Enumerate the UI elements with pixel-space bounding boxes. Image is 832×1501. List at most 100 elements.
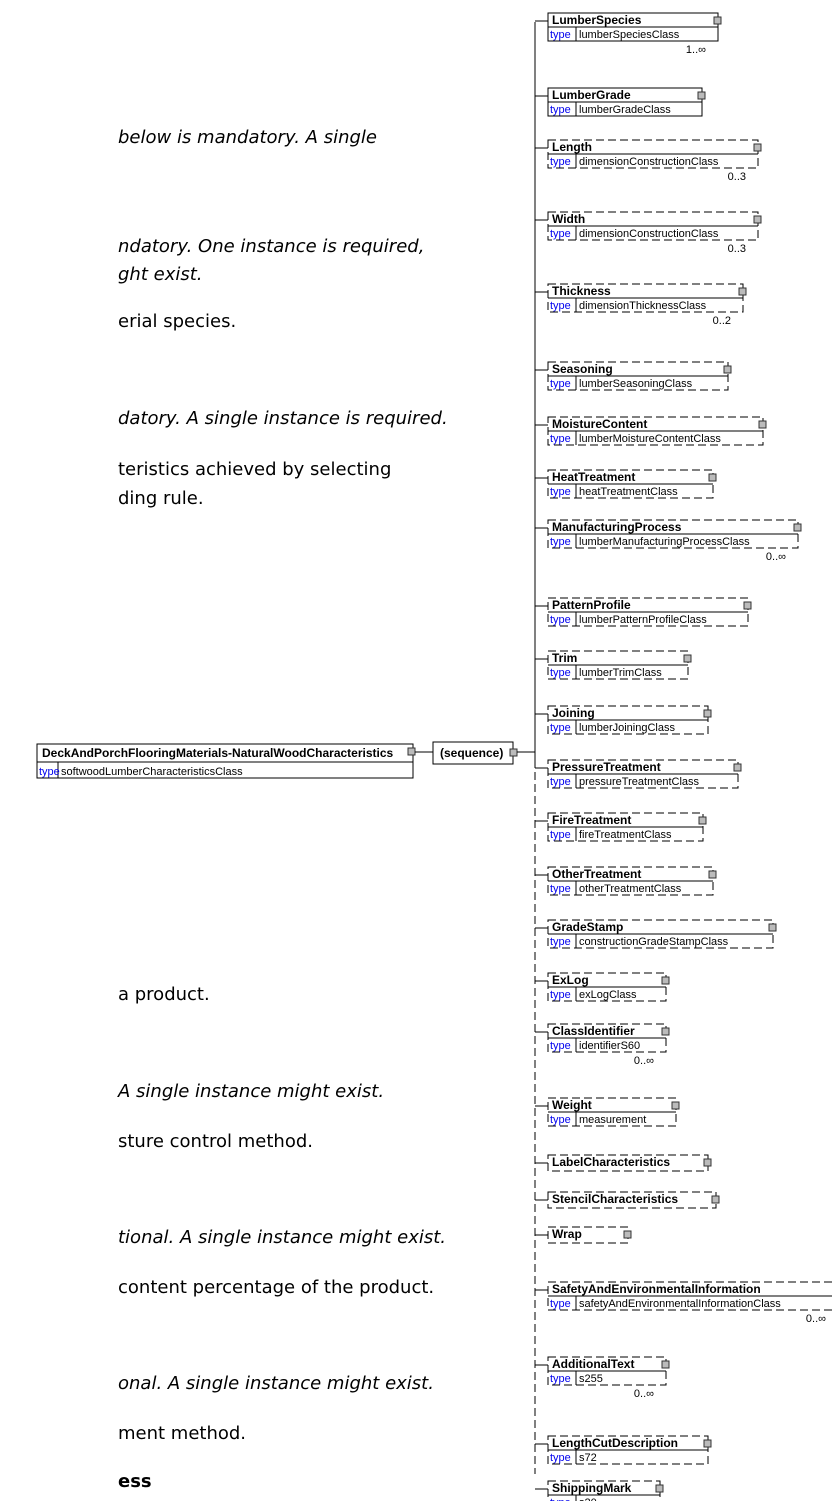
element-moisturecontent[interactable]: MoistureContent type lumberMoistureContent… (535, 416, 767, 446)
expand-port-icon[interactable] (733, 763, 742, 772)
element-manufacturingprocess[interactable]: ManufacturingProcess type lumberManufactur… (535, 519, 802, 563)
element-labelcharacteristics[interactable]: LabelCharacteristics (535, 1154, 712, 1172)
expand-port-icon[interactable] (793, 523, 802, 532)
cardinality: 0..∞ (634, 1055, 654, 1067)
type-key: type (550, 829, 571, 841)
expand-port-icon[interactable] (753, 143, 762, 152)
expand-port-icon[interactable] (661, 976, 670, 985)
element-firetreatment[interactable]: FireTreatment type fireTreatmentClass (535, 812, 707, 842)
element-weight[interactable]: Weight type measurement (535, 1097, 680, 1127)
type-key: type (550, 1373, 571, 1385)
type-key: type (550, 1114, 571, 1126)
element-seasoning[interactable]: Seasoning type lumberSeasoningClass (535, 361, 732, 391)
element-name: LumberSpecies (552, 13, 642, 27)
element-othertreatment[interactable]: OtherTreatment type otherTreatmentClass (535, 866, 717, 896)
expand-port-icon[interactable] (738, 287, 747, 296)
expand-port-icon[interactable] (753, 215, 762, 224)
element-lumbergrade[interactable]: LumberGrade type lumberGradeClass (535, 87, 706, 117)
element-name: MoistureContent (552, 417, 647, 431)
root-port (407, 747, 416, 756)
element-patternprofile[interactable]: PatternProfile type lumberPatternProfileCl… (535, 597, 752, 627)
expand-port-icon[interactable] (743, 601, 752, 610)
type-value: exLogClass (579, 989, 637, 1001)
expand-port-icon[interactable] (758, 420, 767, 429)
element-width[interactable]: Width type dimensionConstructionClass 0..3 (535, 211, 762, 255)
expand-port-icon[interactable] (768, 923, 777, 932)
element-name: SafetyAndEnvironmentalInformation (552, 1282, 761, 1296)
expand-port-icon[interactable] (708, 870, 717, 879)
element-name: PatternProfile (552, 598, 631, 612)
type-key: type (550, 378, 571, 390)
element-name: ManufacturingProcess (552, 520, 682, 534)
element-classidentifier[interactable]: ClassIdentifier type identifierS60 0..∞ (535, 1023, 670, 1067)
expand-port-icon[interactable] (708, 473, 717, 482)
type-key: type (550, 722, 571, 734)
expand-port-icon[interactable] (703, 1439, 712, 1448)
element-name: ExLog (552, 973, 589, 987)
element-exlog[interactable]: ExLog type exLogClass (535, 972, 670, 1002)
type-key: type (550, 1452, 571, 1464)
expand-port-icon[interactable] (623, 1230, 632, 1239)
type-value: measurement (579, 1114, 646, 1126)
root-element-box[interactable]: DeckAndPorchFlooringMaterials-NaturalWoo… (36, 743, 416, 779)
type-key: type (550, 1040, 571, 1052)
type-value: lumberMoistureContentClass (579, 433, 721, 445)
sequence-port (509, 748, 518, 757)
element-name: Wrap (552, 1227, 582, 1241)
expand-port-icon[interactable] (713, 16, 722, 25)
type-key: type (550, 1298, 571, 1310)
element-name: Thickness (552, 284, 611, 298)
type-value: otherTreatmentClass (579, 883, 682, 895)
type-value: heatTreatmentClass (579, 486, 678, 498)
element-name: LumberGrade (552, 88, 631, 102)
element-name: LengthCutDescription (552, 1436, 678, 1450)
element-name: ShippingMark (552, 1481, 632, 1495)
element-heattreatment[interactable]: HeatTreatment type heatTreatmentClass (535, 469, 717, 499)
expand-port-icon[interactable] (723, 365, 732, 374)
cardinality: 0..∞ (766, 551, 786, 563)
type-key: type (550, 29, 571, 41)
type-value: dimensionConstructionClass (579, 156, 719, 168)
type-key: type (550, 156, 571, 168)
expand-port-icon[interactable] (703, 709, 712, 718)
type-value: lumberSeasoningClass (579, 378, 693, 390)
element-joining[interactable]: Joining type lumberJoiningClass (535, 705, 712, 735)
type-value: fireTreatmentClass (579, 829, 672, 841)
expand-port-icon[interactable] (697, 91, 706, 100)
element-length[interactable]: Length type dimensionConstructionClass 0..3 (535, 139, 762, 183)
type-value: constructionGradeStampClass (579, 936, 729, 948)
type-key: type (550, 1497, 571, 1501)
sequence-box[interactable]: (sequence) (432, 741, 518, 765)
expand-port-icon[interactable] (655, 1484, 664, 1493)
element-name: HeatTreatment (552, 470, 635, 484)
expand-port-icon[interactable] (671, 1101, 680, 1110)
expand-port-icon[interactable] (703, 1158, 712, 1167)
expand-port-icon[interactable] (711, 1195, 720, 1204)
element-thickness[interactable]: Thickness type dimensionThicknessClass 0..2 (535, 283, 747, 327)
expand-port-icon[interactable] (698, 816, 707, 825)
type-value: identifierS60 (579, 1040, 640, 1052)
type-key: type (550, 300, 571, 312)
type-value: lumberManufacturingProcessClass (579, 536, 750, 548)
element-lengthcutdescription[interactable]: LengthCutDescription type s72 (535, 1435, 712, 1465)
element-wrap[interactable]: Wrap (535, 1226, 632, 1244)
expand-port-icon[interactable] (661, 1360, 670, 1369)
type-key: type (550, 614, 571, 626)
element-lumberspecies[interactable]: LumberSpecies type lumberSpeciesClass 1..∞ (535, 12, 722, 56)
element-name: Length (552, 140, 592, 154)
element-trim[interactable]: Trim type lumberTrimClass (535, 650, 692, 680)
element-safetyandenvironmentalinformation[interactable]: SafetyAndEnvironmentalInformation type saf… (535, 1281, 832, 1325)
element-shippingmark[interactable]: ShippingMark type s20 (535, 1480, 664, 1501)
type-key: type (550, 936, 571, 948)
expand-port-icon[interactable] (661, 1027, 670, 1036)
expand-port-icon[interactable] (683, 654, 692, 663)
element-name: Joining (552, 706, 595, 720)
element-gradestamp[interactable]: GradeStamp type constructionGradeStampClas… (535, 919, 777, 949)
cardinality: 0..3 (728, 171, 746, 183)
sequence-label: (sequence) (440, 746, 503, 760)
element-additionaltext[interactable]: AdditionalText type s255 0..∞ (535, 1356, 670, 1400)
element-pressuretreatment[interactable]: PressureTreatment type pressureTreatmentCl… (535, 759, 742, 789)
type-value: s255 (579, 1373, 603, 1385)
element-stencilcharacteristics[interactable]: StencilCharacteristics (535, 1191, 720, 1209)
element-name: ClassIdentifier (552, 1024, 635, 1038)
